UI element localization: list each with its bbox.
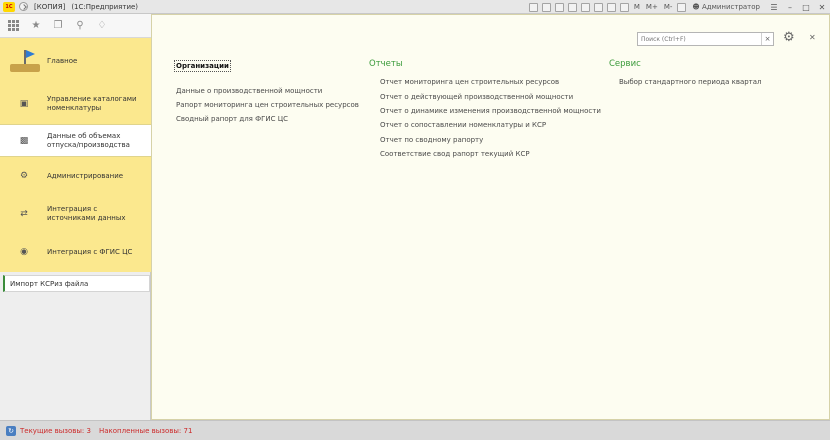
menu-icon[interactable]: ☰ <box>770 3 778 12</box>
bookmark-icon[interactable] <box>593 2 603 12</box>
window-list-icon[interactable] <box>677 2 687 12</box>
sidebar-item-catalogs[interactable]: ▣ Управление каталогами номенклатуры <box>0 84 151 124</box>
gear-icon: ⚙ <box>19 171 29 181</box>
status-calls: Текущие вызовы: 3 Накопленные вызовы: 71 <box>20 427 200 435</box>
link-summary-report-fgis[interactable]: Сводный рапорт для ФГИС ЦС <box>176 115 288 123</box>
sidebar-item-label: Управление каталогами номенклатуры <box>47 95 137 112</box>
memory-subtract-button[interactable]: M- <box>664 3 673 11</box>
memory-button[interactable]: M <box>634 3 640 11</box>
app-logo-icon[interactable]: 1С <box>3 1 15 12</box>
calculator-icon[interactable] <box>619 2 629 12</box>
notifications-bell-icon[interactable]: ♢ <box>96 20 108 32</box>
preview-icon[interactable] <box>554 2 564 12</box>
user-name: Администратор <box>701 3 760 11</box>
window-title: [КОПИЯ] (1С:Предприятие) <box>34 3 144 11</box>
sections-nav: Главное ▣ Управление каталогами номенкла… <box>0 38 151 272</box>
sidebar-item-volumes[interactable]: ▩ Данные об объемах отпуска/производства <box>0 124 151 157</box>
accumulated-calls: Накопленные вызовы: 71 <box>98 426 193 435</box>
link-report-price-monitoring[interactable]: Отчет мониторинга цен строительных ресур… <box>380 78 559 86</box>
fgis-icon: ◉ <box>20 247 28 257</box>
window-title-copy: [КОПИЯ] <box>34 2 66 11</box>
import-ksr-command[interactable]: Импорт КСРиз файла <box>3 275 150 292</box>
close-icon[interactable]: ✕ <box>809 33 816 43</box>
sections-sidebar: Главное ▣ Управление каталогами номенкла… <box>0 38 151 420</box>
title-bar: 1С [КОПИЯ] (1С:Предприятие) M M+ M- ☻ Адм… <box>0 0 830 14</box>
volume-icon: ▩ <box>19 135 29 146</box>
print-icon[interactable] <box>541 2 551 12</box>
document-icon[interactable] <box>580 2 590 12</box>
sidebar-item-main[interactable]: Главное <box>0 38 151 84</box>
settings-gear-icon[interactable]: ⚙ <box>783 31 795 45</box>
sidebar-item-label: Интеграция с источниками данных <box>47 205 126 222</box>
link-standard-period-quarter[interactable]: Выбор стандартного периода квартал <box>619 78 762 86</box>
group-title-reports: Отчеты <box>369 59 403 69</box>
integration-icon: ⇄ <box>20 209 28 219</box>
link-report-summary[interactable]: Отчет по сводному рапорту <box>380 136 483 144</box>
catalog-icon: ▣ <box>19 99 29 109</box>
group-title-organizations: Организации <box>174 60 231 72</box>
search-box: × <box>637 32 774 46</box>
save-icon[interactable] <box>528 2 538 12</box>
close-window-icon[interactable]: ✕ <box>818 3 826 12</box>
group-title-service: Сервис <box>609 59 641 69</box>
search-input[interactable] <box>638 33 762 45</box>
current-calls: Текущие вызовы: 3 <box>20 426 91 435</box>
link-report-current-capacity[interactable]: Отчет о действующей производственной мощ… <box>380 93 573 101</box>
performance-icon[interactable]: ↻ <box>6 425 16 436</box>
sidebar-item-label: Главное <box>47 56 78 65</box>
link-report-capacity-dynamics[interactable]: Отчет о динамике изменения производствен… <box>380 107 601 115</box>
title-bar-tools: M M+ M- ☻ Администратор ☰ – □ ✕ <box>527 0 830 14</box>
link-price-monitoring-report[interactable]: Рапорт мониторинга цен строительных ресу… <box>176 101 359 109</box>
user-menu[interactable]: ☻ Администратор <box>692 3 760 11</box>
sidebar-item-integration-sources[interactable]: ⇄ Интеграция с источниками данных <box>0 194 151 234</box>
link-production-capacity-data[interactable]: Данные о производственной мощности <box>176 87 322 95</box>
section-content: × ⚙ ✕ Организации Данные о производствен… <box>151 14 830 420</box>
link-icon[interactable] <box>567 2 577 12</box>
panel-toolbar: ★ ❐ ⚲ ♢ <box>0 14 151 38</box>
favorites-star-icon[interactable]: ★ <box>30 20 42 32</box>
link-summary-ksr-match[interactable]: Соответствие свод рапорт текущий КСР <box>380 150 530 158</box>
search-icon[interactable]: ⚲ <box>74 20 86 32</box>
sidebar-item-integration-fgis[interactable]: ◉ Интеграция с ФГИС ЦС <box>0 234 151 270</box>
sidebar-item-label: Интеграция с ФГИС ЦС <box>47 247 133 256</box>
sidebar-item-administration[interactable]: ⚙ Администрирование <box>0 158 151 194</box>
sidebar-item-label: Данные об объемах отпуска/производства <box>47 131 130 149</box>
main-flag-icon <box>10 50 40 72</box>
apps-grid-icon[interactable] <box>8 19 20 32</box>
link-report-nomenclature-ksr[interactable]: Отчет о сопоставлении номенклатуры и КСР <box>380 121 546 129</box>
window-title-app: (1С:Предприятие) <box>71 2 139 11</box>
memory-add-button[interactable]: M+ <box>646 3 658 11</box>
status-bar: ↻ Текущие вызовы: 3 Накопленные вызовы: 7… <box>0 420 830 440</box>
minimize-icon[interactable]: – <box>786 3 794 12</box>
back-icon[interactable] <box>19 2 28 11</box>
clear-search-icon[interactable]: × <box>761 33 773 45</box>
history-icon[interactable]: ❐ <box>52 20 64 32</box>
sidebar-item-label: Администрирование <box>47 171 124 180</box>
maximize-icon[interactable]: □ <box>802 3 810 12</box>
calendar-icon[interactable] <box>606 2 616 12</box>
